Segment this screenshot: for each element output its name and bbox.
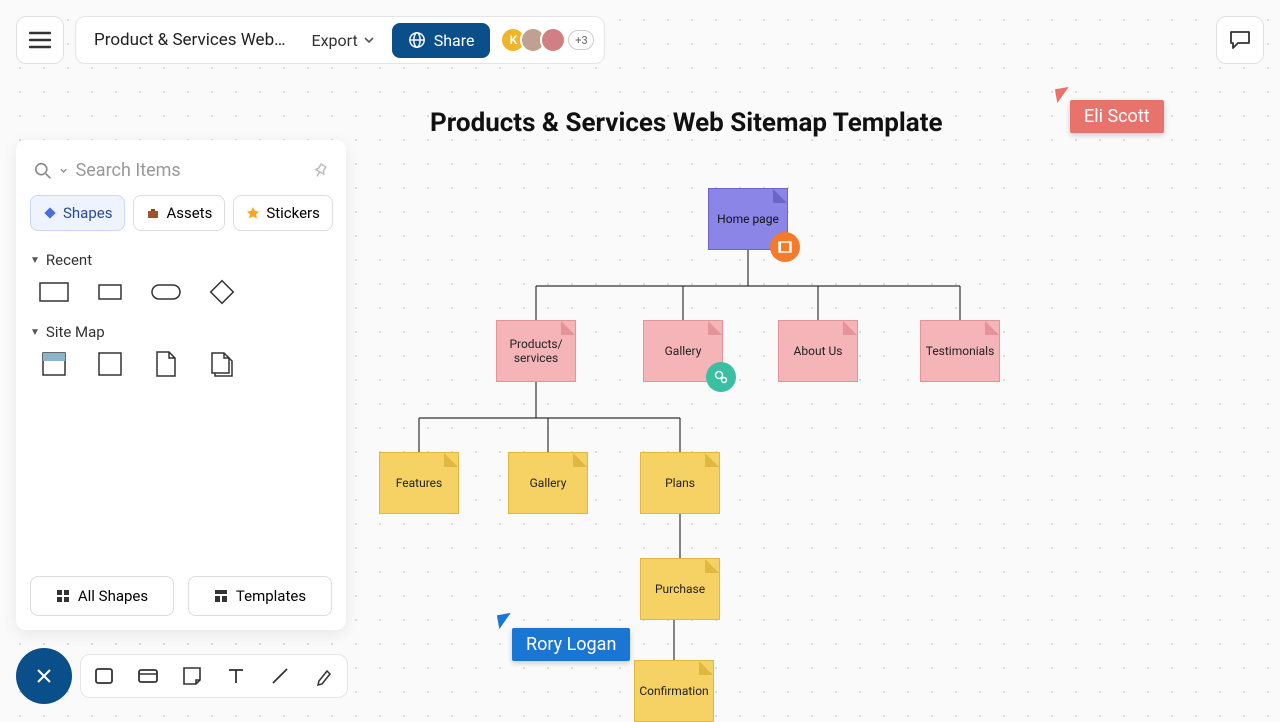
hamburger-icon [29, 31, 51, 49]
tool-line[interactable] [267, 663, 293, 689]
tab-label: Stickers [266, 204, 320, 222]
cursor-label: Rory Logan [512, 628, 630, 661]
node-about[interactable]: About Us [778, 320, 858, 382]
film-icon [777, 239, 793, 255]
tool-strip [80, 654, 348, 698]
layout-icon [214, 589, 228, 603]
search-input[interactable] [76, 160, 304, 181]
cursor-icon [497, 613, 513, 629]
globe-icon [408, 31, 426, 49]
shape-square[interactable] [94, 353, 126, 375]
templates-label: Templates [236, 587, 306, 605]
avatar[interactable] [540, 27, 566, 53]
shape-page-filled[interactable] [38, 353, 70, 375]
close-icon [34, 666, 54, 686]
share-button[interactable]: Share [392, 23, 491, 58]
shape-diamond[interactable] [206, 281, 238, 303]
tab-assets[interactable]: Assets [133, 195, 225, 231]
shapes-panel: Shapes Assets Stickers ▼Recent ▼Site Map… [16, 140, 346, 630]
node-products[interactable]: Products/ services [496, 320, 576, 382]
collaborator-avatars: K +3 [506, 27, 594, 53]
section-sitemap[interactable]: ▼Site Map [30, 323, 332, 341]
chevron-down-icon[interactable] [60, 168, 67, 174]
node-plans[interactable]: Plans [640, 452, 720, 514]
sitemap-shapes [30, 349, 332, 385]
node-features[interactable]: Features [379, 452, 459, 514]
tab-shapes[interactable]: Shapes [30, 195, 125, 231]
tool-text[interactable] [223, 663, 249, 689]
tab-stickers[interactable]: Stickers [233, 195, 333, 231]
export-label: Export [312, 31, 358, 50]
chat-button[interactable] [1216, 16, 1264, 64]
document-title[interactable]: Product & Services Web… [86, 30, 294, 50]
tool-frame[interactable] [135, 663, 161, 689]
search-row [30, 154, 332, 195]
panel-footer: All Shapes Templates [30, 576, 332, 616]
node-confirmation[interactable]: Confirmation [634, 660, 714, 722]
badge-gear[interactable] [706, 362, 736, 392]
chevron-down-icon [364, 37, 374, 43]
tab-label: Shapes [63, 204, 112, 222]
shape-rectangle[interactable] [38, 281, 70, 303]
section-recent[interactable]: ▼Recent [30, 251, 332, 269]
search-icon [34, 161, 52, 181]
star-icon [246, 206, 260, 220]
node-gallery2[interactable]: Gallery [508, 452, 588, 514]
tab-label: Assets [166, 204, 212, 222]
diamond-icon [43, 206, 57, 220]
chat-icon [1228, 29, 1252, 51]
tool-highlight[interactable] [311, 663, 337, 689]
all-shapes-button[interactable]: All Shapes [30, 576, 174, 616]
badge-video[interactable] [770, 232, 800, 262]
share-label: Share [434, 31, 475, 50]
avatar-more[interactable]: +3 [568, 30, 594, 50]
templates-button[interactable]: Templates [188, 576, 332, 616]
recent-shapes [30, 277, 332, 313]
shape-document[interactable] [150, 353, 182, 375]
shape-pill[interactable] [150, 281, 182, 303]
all-shapes-label: All Shapes [78, 587, 148, 605]
shape-documents[interactable] [206, 353, 238, 375]
tool-rectangle[interactable] [91, 663, 117, 689]
export-button[interactable]: Export [302, 25, 384, 56]
tool-sticky[interactable] [179, 663, 205, 689]
grid-icon [56, 589, 70, 603]
topbar: Product & Services Web… Export Share K +… [75, 16, 605, 64]
shape-rectangle-small[interactable] [94, 281, 126, 303]
node-purchase[interactable]: Purchase [640, 558, 720, 620]
pin-icon[interactable] [312, 162, 328, 180]
gear-icon [713, 369, 729, 385]
panel-tabs: Shapes Assets Stickers [30, 195, 332, 231]
briefcase-icon [146, 206, 160, 220]
cursor-label: Eli Scott [1070, 100, 1164, 133]
close-panel-button[interactable] [16, 648, 72, 704]
canvas-title: Products & Services Web Sitemap Template [430, 108, 943, 138]
node-testimonials[interactable]: Testimonials [920, 320, 1000, 382]
cursor-icon [1055, 87, 1071, 103]
menu-button[interactable] [16, 16, 64, 64]
